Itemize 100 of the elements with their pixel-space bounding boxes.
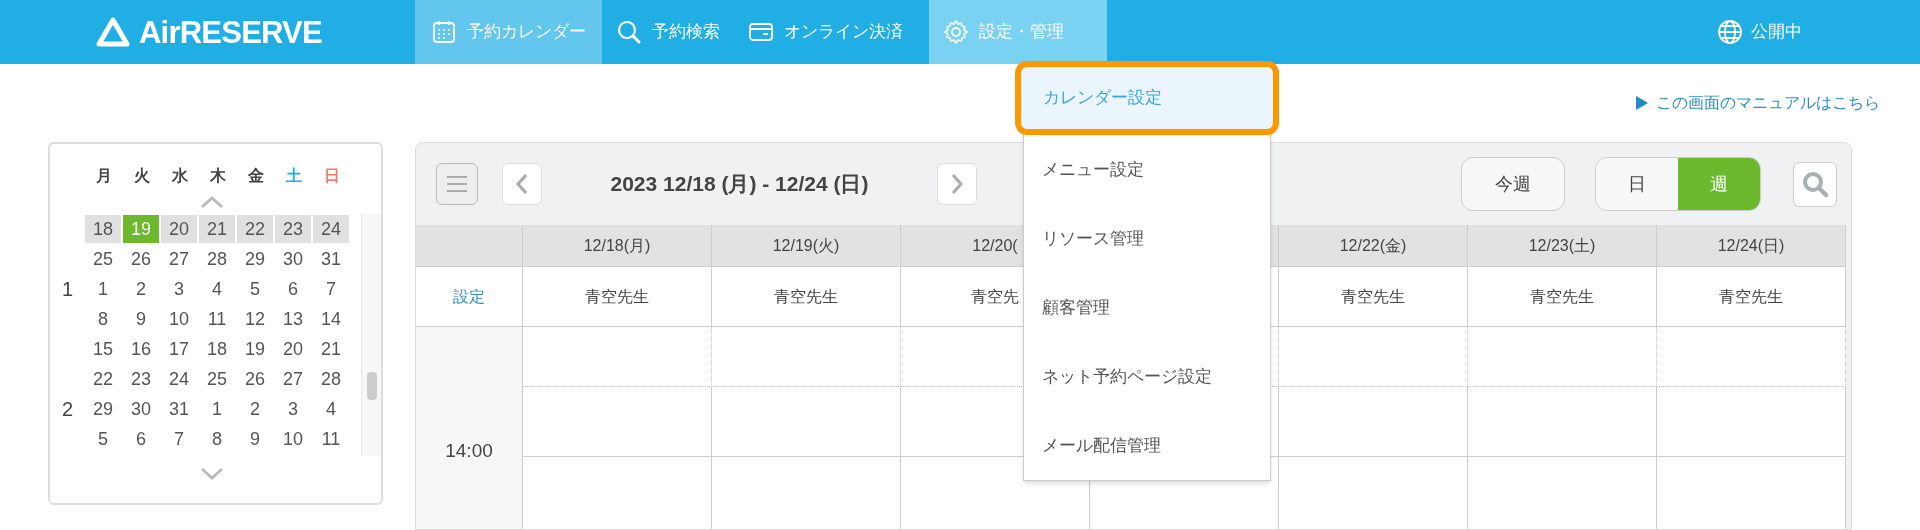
date-cell[interactable]: 25: [85, 245, 121, 273]
date-cell[interactable]: 28: [313, 365, 349, 393]
resource-cell: 青空先生: [523, 267, 712, 327]
date-cell[interactable]: 31: [313, 245, 349, 273]
date-cell[interactable]: 14: [313, 305, 349, 333]
date-cell[interactable]: 7: [161, 425, 197, 453]
month-label: 1: [61, 278, 74, 300]
next-week-button[interactable]: [937, 163, 977, 205]
date-cell[interactable]: 25: [199, 365, 235, 393]
chevron-up-icon[interactable]: [198, 194, 225, 210]
weekday-label: 木: [209, 166, 227, 186]
date-cell[interactable]: 4: [199, 275, 235, 303]
date-cell[interactable]: 11: [199, 305, 235, 333]
date-cell[interactable]: 30: [275, 245, 311, 273]
triangle-icon: [1636, 96, 1648, 110]
date-cell[interactable]: 17: [161, 335, 197, 363]
chevron-down-icon[interactable]: [198, 466, 225, 482]
date-cell[interactable]: 24: [313, 215, 349, 243]
menu-icon: [446, 175, 468, 193]
column-header: 12/22(金): [1279, 225, 1468, 267]
date-cell[interactable]: 10: [275, 425, 311, 453]
date-cell[interactable]: 2: [237, 395, 273, 423]
scrollbar-thumb[interactable]: [367, 372, 377, 400]
date-cell[interactable]: 18: [199, 335, 235, 363]
date-cell[interactable]: 27: [161, 245, 197, 273]
time-slot[interactable]: [1279, 327, 1468, 387]
date-cell[interactable]: 29: [85, 395, 121, 423]
date-cell[interactable]: 30: [123, 395, 159, 423]
weekday-label: 月: [95, 166, 113, 186]
time-slot[interactable]: [523, 327, 712, 387]
previous-week-button[interactable]: [502, 163, 542, 205]
date-cell[interactable]: 10: [161, 305, 197, 333]
date-cell[interactable]: 20: [275, 335, 311, 363]
time-slot[interactable]: [712, 387, 901, 457]
weekday-label: 土: [285, 166, 303, 186]
date-cell[interactable]: 23: [123, 365, 159, 393]
date-cell[interactable]: 29: [237, 245, 273, 273]
this-week-button[interactable]: 今週: [1461, 157, 1565, 211]
date-cell[interactable]: 5: [237, 275, 273, 303]
date-cell[interactable]: 27: [275, 365, 311, 393]
date-cell[interactable]: 8: [199, 425, 235, 453]
date-cell[interactable]: 16: [123, 335, 159, 363]
gear-icon: [943, 19, 969, 45]
chevron-right-icon: [950, 173, 964, 195]
weekday-label: 火: [133, 166, 151, 186]
date-cell[interactable]: 20: [161, 215, 197, 243]
time-slot[interactable]: [1279, 387, 1468, 457]
date-cell[interactable]: 3: [275, 395, 311, 423]
time-slot[interactable]: [1468, 387, 1657, 457]
date-cell[interactable]: 15: [85, 335, 121, 363]
date-cell[interactable]: 8: [85, 305, 121, 333]
search-icon: [616, 19, 642, 45]
column-header: 12/23(土): [1468, 225, 1657, 267]
menu-item[interactable]: メニュー設定: [1024, 135, 1270, 204]
settings-link[interactable]: 設定: [453, 284, 485, 309]
menu-item[interactable]: メール配信管理: [1024, 411, 1270, 480]
time-slot[interactable]: [1657, 387, 1846, 457]
column-header: 12/19(火): [712, 225, 901, 267]
date-cell[interactable]: 1: [199, 395, 235, 423]
date-cell[interactable]: 28: [199, 245, 235, 273]
resource-cell: 青空先生: [1279, 267, 1468, 327]
date-cell[interactable]: 11: [313, 425, 349, 453]
time-slot[interactable]: [1468, 327, 1657, 387]
view-toggle-tab[interactable]: 日: [1596, 158, 1678, 210]
date-cell[interactable]: 24: [161, 365, 197, 393]
globe-icon: [1717, 19, 1743, 45]
resource-cell: 青空先生: [1468, 267, 1657, 327]
time-slot[interactable]: [1657, 327, 1846, 387]
calendar-icon: [431, 19, 457, 45]
date-cell[interactable]: 9: [123, 305, 159, 333]
date-cell[interactable]: 23: [275, 215, 311, 243]
date-cell[interactable]: 19: [237, 335, 273, 363]
date-cell[interactable]: 13: [275, 305, 311, 333]
date-cell[interactable]: 4: [313, 395, 349, 423]
search-icon: [1801, 170, 1829, 198]
date-cell[interactable]: 6: [123, 425, 159, 453]
date-cell[interactable]: 2: [123, 275, 159, 303]
resource-cell: 青空先生: [1657, 267, 1846, 327]
date-cell[interactable]: 7: [313, 275, 349, 303]
date-cell[interactable]: 5: [85, 425, 121, 453]
date-cell[interactable]: 9: [237, 425, 273, 453]
time-slot[interactable]: [712, 327, 901, 387]
date-cell[interactable]: 22: [85, 365, 121, 393]
date-cell[interactable]: 1: [85, 275, 121, 303]
date-cell[interactable]: 26: [237, 365, 273, 393]
date-cell[interactable]: 21: [313, 335, 349, 363]
date-cell[interactable]: 26: [123, 245, 159, 273]
date-cell[interactable]: 22: [237, 215, 273, 243]
date-cell[interactable]: 21: [199, 215, 235, 243]
date-cell[interactable]: 18: [85, 215, 121, 243]
time-slot[interactable]: [523, 387, 712, 457]
search-button[interactable]: [1793, 161, 1837, 207]
date-cell[interactable]: 6: [275, 275, 311, 303]
menu-button[interactable]: [436, 163, 478, 205]
date-range-title: 2023 12/18 (月) - 12/24 (日): [609, 171, 870, 198]
date-cell[interactable]: 31: [161, 395, 197, 423]
manual-link[interactable]: この画面のマニュアルはこちら: [1636, 91, 1880, 115]
menu-item[interactable]: ネット予約ページ設定: [1024, 342, 1270, 411]
date-cell[interactable]: 3: [161, 275, 197, 303]
date-cell[interactable]: 12: [237, 305, 273, 333]
